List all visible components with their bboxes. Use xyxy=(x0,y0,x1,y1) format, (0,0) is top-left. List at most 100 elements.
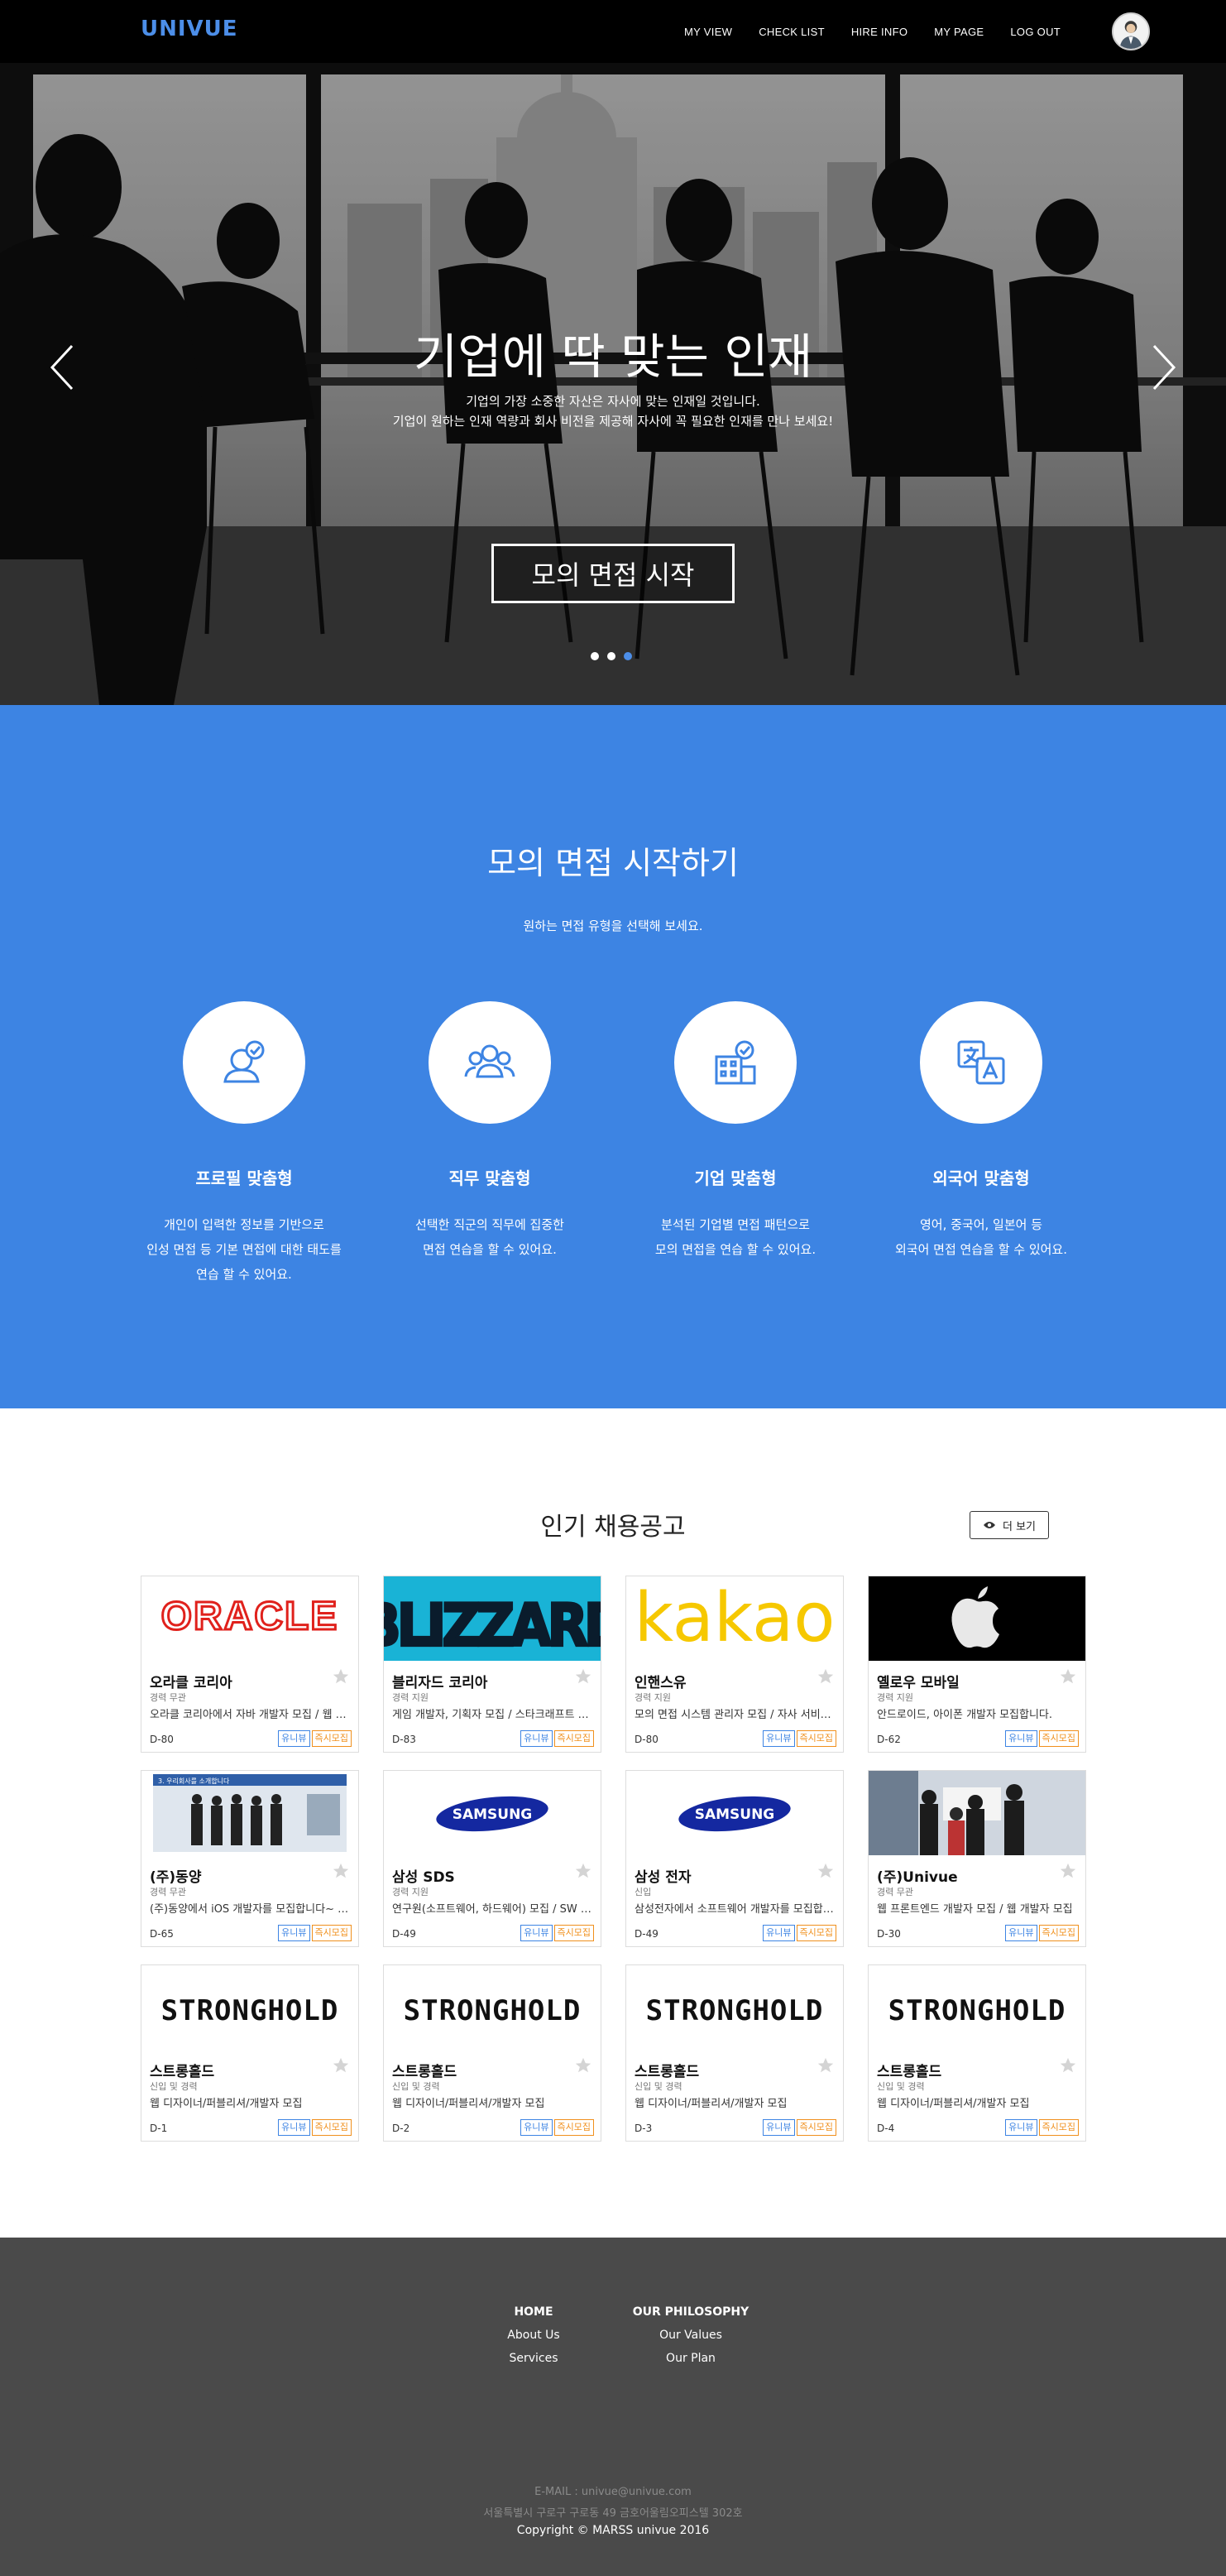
job-card[interactable]: 3. 우리회사를 소개합니다 (주)동양 경력 무관 (주)동양에서 iOS 개… xyxy=(141,1770,359,1947)
blizzard-logo: BLIZZARD xyxy=(384,1576,601,1661)
footer-heading: OUR PHILOSOPHY xyxy=(632,2305,749,2319)
nav-log-out[interactable]: LOG OUT xyxy=(1010,26,1061,38)
interview-type-desc: 개인이 입력한 정보를 기반으로 인성 면접 등 기본 면접에 대한 태도를 연… xyxy=(146,1217,342,1282)
job-card[interactable]: BLIZZARD 블리자드 코리아 경력 지원 게임 개발자, 기획자 모집 /… xyxy=(383,1576,601,1753)
immediate-badge: 즉시모집 xyxy=(1038,2119,1079,2136)
star-icon[interactable] xyxy=(332,1667,350,1686)
brand-logo[interactable]: UNIVUE xyxy=(141,17,238,41)
nav-my-view[interactable]: MY VIEW xyxy=(684,26,732,38)
immediate-badge: 즉시모집 xyxy=(1038,1925,1079,1941)
star-icon[interactable] xyxy=(574,1667,592,1686)
deadline-dday: D-3 xyxy=(635,2123,653,2134)
star-icon[interactable] xyxy=(1059,2056,1077,2075)
job-card[interactable]: SAMSUNG 삼성 SDS 경력 지원 연구원(소프트웨어, 하드웨어) 모집… xyxy=(383,1770,601,1947)
nav-check-list[interactable]: CHECK LIST xyxy=(759,26,825,38)
stronghold-logo: STRONGHOLD xyxy=(141,1965,358,2050)
interview-type-profile[interactable]: 프로필 맞춤형 개인이 입력한 정보를 기반으로 인성 면접 등 기본 면접에 … xyxy=(108,1001,381,1287)
job-description: 안드로이드, 아이폰 개발자 모집합니다. xyxy=(877,1709,1053,1721)
logo-wordmark: STRONGHOLD xyxy=(646,1994,824,2027)
footer-link-our-plan[interactable]: Our Plan xyxy=(629,2352,753,2365)
stronghold-logo: STRONGHOLD xyxy=(384,1965,601,2050)
interview-type-company[interactable]: 기업 맞춤형 분석된 기업별 면접 패턴으로 모의 면접을 연습 할 수 있어요… xyxy=(599,1001,872,1262)
avatar[interactable] xyxy=(1112,12,1150,50)
footer-heading: HOME xyxy=(514,2305,553,2319)
company-group-photo xyxy=(869,1771,1085,1855)
more-button[interactable]: 더 보기 xyxy=(970,1511,1049,1539)
company-name: 스트롱홀드 xyxy=(392,2064,457,2080)
job-description: 웹 디자이너/퍼블리셔/개발자 모집 xyxy=(877,2098,1030,2110)
samsung-logo: SAMSUNG xyxy=(384,1771,601,1855)
carousel-dot-3[interactable] xyxy=(624,652,632,660)
section-title: 모의 면접 시작하기 xyxy=(487,845,739,881)
oracle-logo: ORACLE xyxy=(141,1576,358,1661)
logo-wordmark: STRONGHOLD xyxy=(888,1994,1066,2027)
job-card[interactable]: STRONGHOLD 스트롱홀드 신입 및 경력 웹 디자이너/퍼블리셔/개발자… xyxy=(625,1964,844,2142)
deadline-dday: D-30 xyxy=(877,1928,901,1940)
job-card[interactable]: STRONGHOLD 스트롱홀드 신입 및 경력 웹 디자이너/퍼블리셔/개발자… xyxy=(868,1964,1086,2142)
footer-link-about-us[interactable]: About Us xyxy=(488,2329,579,2342)
company-name: (주)동양 xyxy=(150,1869,202,1886)
nav-my-page[interactable]: MY PAGE xyxy=(934,26,984,38)
immediate-badge: 즉시모집 xyxy=(796,2119,836,2136)
hero-title: 기업에 딱 맞는 인재 xyxy=(413,329,813,385)
star-icon[interactable] xyxy=(332,1862,350,1880)
job-description: 웹 프론트엔드 개발자 모집 / 웹 개발자 모집 xyxy=(877,1903,1073,1916)
job-card[interactable]: 옐로우 모바일 경력 지원 안드로이드, 아이폰 개발자 모집합니다. D-62… xyxy=(868,1576,1086,1753)
job-condition: 경력 지원 xyxy=(392,1887,429,1897)
star-icon[interactable] xyxy=(817,1667,835,1686)
star-icon[interactable] xyxy=(332,2056,350,2075)
footer-col-home: HOME About Us Services xyxy=(488,2305,579,2365)
immediate-badge: 즉시모집 xyxy=(311,2119,352,2136)
company-name: 블리자드 코리아 xyxy=(392,1675,488,1691)
hero-subtitle-line-2: 기업이 원하는 인재 역량과 회사 비전을 제공해 자사에 꼭 필요한 인재를 … xyxy=(392,414,834,429)
deadline-dday: D-49 xyxy=(392,1928,416,1940)
company-name: 스트롱홀드 xyxy=(635,2064,700,2080)
deadline-dday: D-80 xyxy=(635,1734,658,1745)
job-card[interactable]: (주)Univue 경력 무관 웹 프론트엔드 개발자 모집 / 웹 개발자 모… xyxy=(868,1770,1086,1947)
star-icon[interactable] xyxy=(1059,1667,1077,1686)
company-name: 삼성 전자 xyxy=(635,1869,692,1886)
interview-type-name: 외국어 맞춤형 xyxy=(932,1168,1030,1188)
more-button-label: 더 보기 xyxy=(1002,1520,1036,1533)
star-icon[interactable] xyxy=(817,2056,835,2075)
job-card[interactable]: kakao 인핸스유 경력 지원 모의 면접 시스템 관리자 모집 / 자사 서… xyxy=(625,1576,844,1753)
company-name: 스트롱홀드 xyxy=(150,2064,215,2080)
logo-wordmark: SAMSUNG xyxy=(695,1806,775,1823)
logo-wordmark: kakao xyxy=(635,1579,836,1657)
company-name: 삼성 SDS xyxy=(392,1869,455,1886)
company-name: 인핸스유 xyxy=(635,1675,687,1691)
nav-hire-info[interactable]: HIRE INFO xyxy=(851,26,908,38)
carousel-dot-1[interactable] xyxy=(591,652,599,660)
immediate-badge: 즉시모집 xyxy=(553,1730,594,1747)
univue-badge: 유니뷰 xyxy=(520,2119,553,2136)
footer-link-our-values[interactable]: Our Values xyxy=(629,2329,753,2342)
deadline-dday: D-62 xyxy=(877,1734,901,1745)
footer-col-philosophy: OUR PHILOSOPHY Our Values Our Plan xyxy=(629,2305,753,2365)
footer-link-services[interactable]: Services xyxy=(488,2352,579,2365)
samsung-logo: SAMSUNG xyxy=(626,1771,843,1855)
star-icon[interactable] xyxy=(1059,1862,1077,1880)
star-icon[interactable] xyxy=(817,1862,835,1880)
start-interview-button[interactable]: 모의 면접 시작 xyxy=(491,544,735,603)
univue-badge: 유니뷰 xyxy=(763,2119,795,2136)
interview-type-job[interactable]: 직무 맞춤형 선택한 직군의 직무에 집중한 면접 연습을 할 수 있어요. xyxy=(353,1001,626,1262)
job-card[interactable]: SAMSUNG 삼성 전자 신입 삼성전자에서 소프트웨어 개발자를 모집합니다… xyxy=(625,1770,844,1947)
immediate-badge: 즉시모집 xyxy=(553,2119,594,2136)
univue-badge: 유니뷰 xyxy=(1005,1925,1037,1941)
logo-wordmark: STRONGHOLD xyxy=(161,1994,339,2027)
univue-badge: 유니뷰 xyxy=(520,1925,553,1941)
job-condition: 경력 지원 xyxy=(635,1692,671,1703)
univue-badge: 유니뷰 xyxy=(278,1925,310,1941)
interview-type-name: 프로필 맞춤형 xyxy=(195,1168,293,1188)
star-icon[interactable] xyxy=(574,1862,592,1880)
star-icon[interactable] xyxy=(574,2056,592,2075)
apple-logo-icon xyxy=(869,1576,1085,1661)
carousel-dot-2[interactable] xyxy=(607,652,615,660)
interview-type-language[interactable]: 외국어 맞춤형 영어, 중국어, 일본어 등 외국어 면접 연습을 할 수 있어… xyxy=(845,1001,1118,1262)
job-card[interactable]: STRONGHOLD 스트롱홀드 신입 및 경력 웹 디자이너/퍼블리셔/개발자… xyxy=(141,1964,359,2142)
job-card[interactable]: ORACLE 오라클 코리아 경력 무관 오라클 코리아에서 자바 개발자 모집… xyxy=(141,1576,359,1753)
univue-badge: 유니뷰 xyxy=(1005,2119,1037,2136)
job-card[interactable]: STRONGHOLD 스트롱홀드 신입 및 경력 웹 디자이너/퍼블리셔/개발자… xyxy=(383,1964,601,2142)
job-description: 연구원(소프트웨어, 하드웨어) 모집 / SW 개발 xyxy=(392,1903,594,1916)
footer: HOME About Us Services OUR PHILOSOPHY Ou… xyxy=(0,2238,1226,2576)
